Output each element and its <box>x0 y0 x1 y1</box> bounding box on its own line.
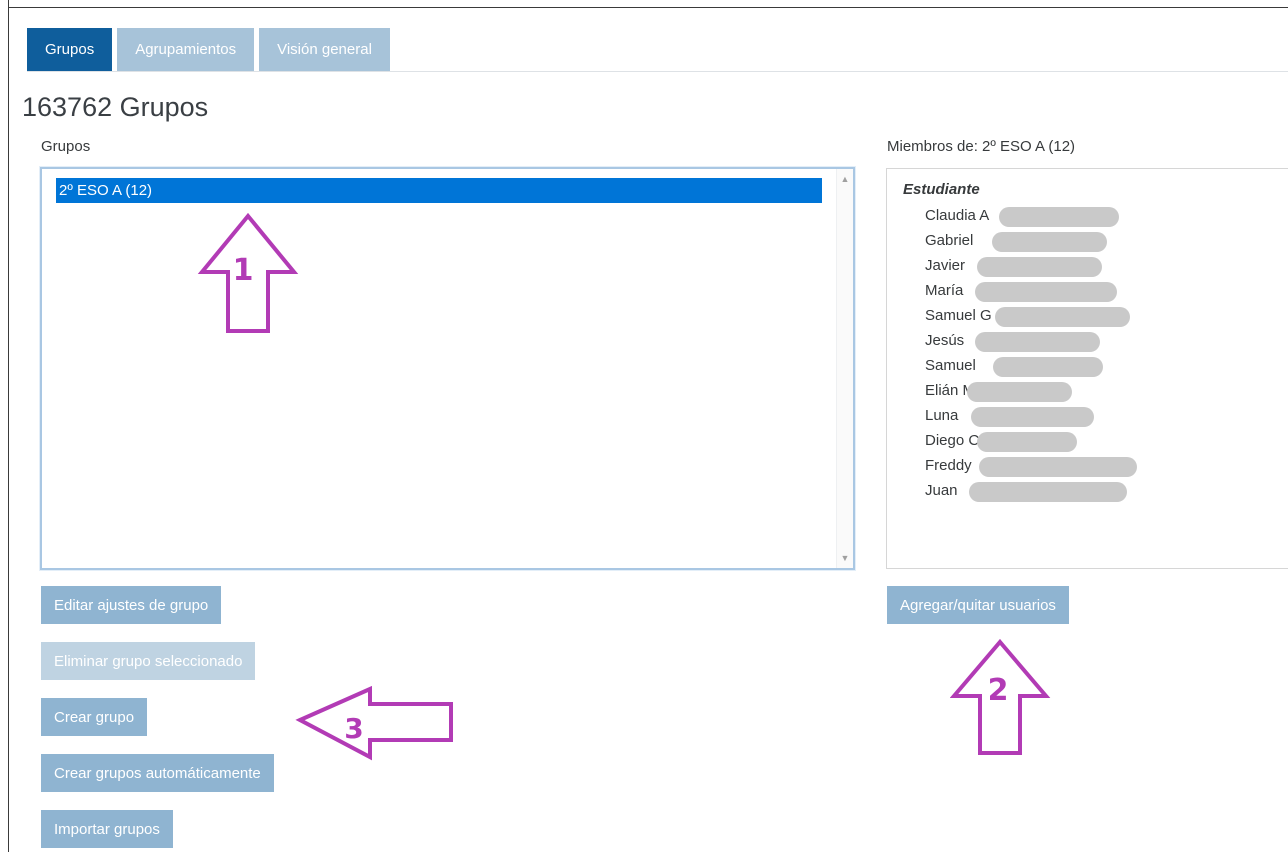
tab-divider <box>27 71 1288 72</box>
redaction-mark <box>969 482 1127 502</box>
members-list: Estudiante Claudia A Gabriel Javier Marí… <box>886 168 1288 569</box>
groups-label: Grupos <box>41 138 91 155</box>
list-item: Samuel G <box>925 307 992 324</box>
tab-bar: Grupos Agrupamientos Visión general <box>27 28 390 71</box>
window-border-top <box>8 7 1288 8</box>
list-item: Juan <box>925 482 958 499</box>
delete-group-button[interactable]: Eliminar grupo seleccionado <box>41 642 256 680</box>
list-item: Freddy <box>925 457 972 474</box>
annotation-number-2: 2 <box>988 673 1009 708</box>
tab-vision-general[interactable]: Visión general <box>259 28 390 71</box>
groups-scrollbar[interactable]: ▲ ▼ <box>836 169 853 568</box>
redaction-mark <box>977 432 1077 452</box>
annotation-arrow-up-2: 2 <box>950 638 1051 755</box>
members-label: Miembros de: 2º ESO A (12) <box>887 138 1076 155</box>
annotation-arrow-up-1: 1 <box>197 212 299 333</box>
annotation-number-1: 1 <box>233 253 254 288</box>
list-item: Claudia A <box>925 207 990 224</box>
scroll-up-icon[interactable]: ▲ <box>837 171 853 187</box>
auto-create-groups-button[interactable]: Crear grupos automáticamente <box>41 754 274 792</box>
redaction-mark <box>999 207 1119 227</box>
list-item: Samuel <box>925 357 976 374</box>
groups-select[interactable]: 2º ESO A (12) ▲ ▼ <box>40 167 855 570</box>
redaction-mark <box>971 407 1094 427</box>
group-option[interactable]: 2º ESO A (12) <box>56 178 822 203</box>
list-item: Javier <box>925 257 966 274</box>
role-heading: Estudiante <box>903 181 980 198</box>
scroll-down-icon[interactable]: ▼ <box>837 550 853 566</box>
redaction-mark <box>979 457 1137 477</box>
tab-agrupamientos[interactable]: Agrupamientos <box>117 28 255 71</box>
redaction-mark <box>977 257 1102 277</box>
redaction-mark <box>975 282 1117 302</box>
tab-grupos[interactable]: Grupos <box>27 28 113 71</box>
create-group-button[interactable]: Crear grupo <box>41 698 148 736</box>
list-item: Diego C <box>925 432 980 449</box>
edit-group-button[interactable]: Editar ajustes de grupo <box>41 586 222 624</box>
redaction-mark <box>975 332 1100 352</box>
redaction-mark <box>995 307 1130 327</box>
import-groups-button[interactable]: Importar grupos <box>41 810 173 848</box>
list-item: Luna <box>925 407 959 424</box>
annotation-arrow-left-3: 3 <box>295 685 453 761</box>
list-item: Jesús <box>925 332 965 349</box>
list-item: María <box>925 282 964 299</box>
redaction-mark <box>967 382 1072 402</box>
annotation-number-3: 3 <box>344 712 363 745</box>
redaction-mark <box>992 232 1107 252</box>
window-border-left <box>8 0 9 852</box>
add-remove-users-button[interactable]: Agregar/quitar usuarios <box>887 586 1069 624</box>
page-title: 163762 Grupos <box>22 92 209 122</box>
redaction-mark <box>993 357 1103 377</box>
list-item: Gabriel <box>925 232 974 249</box>
